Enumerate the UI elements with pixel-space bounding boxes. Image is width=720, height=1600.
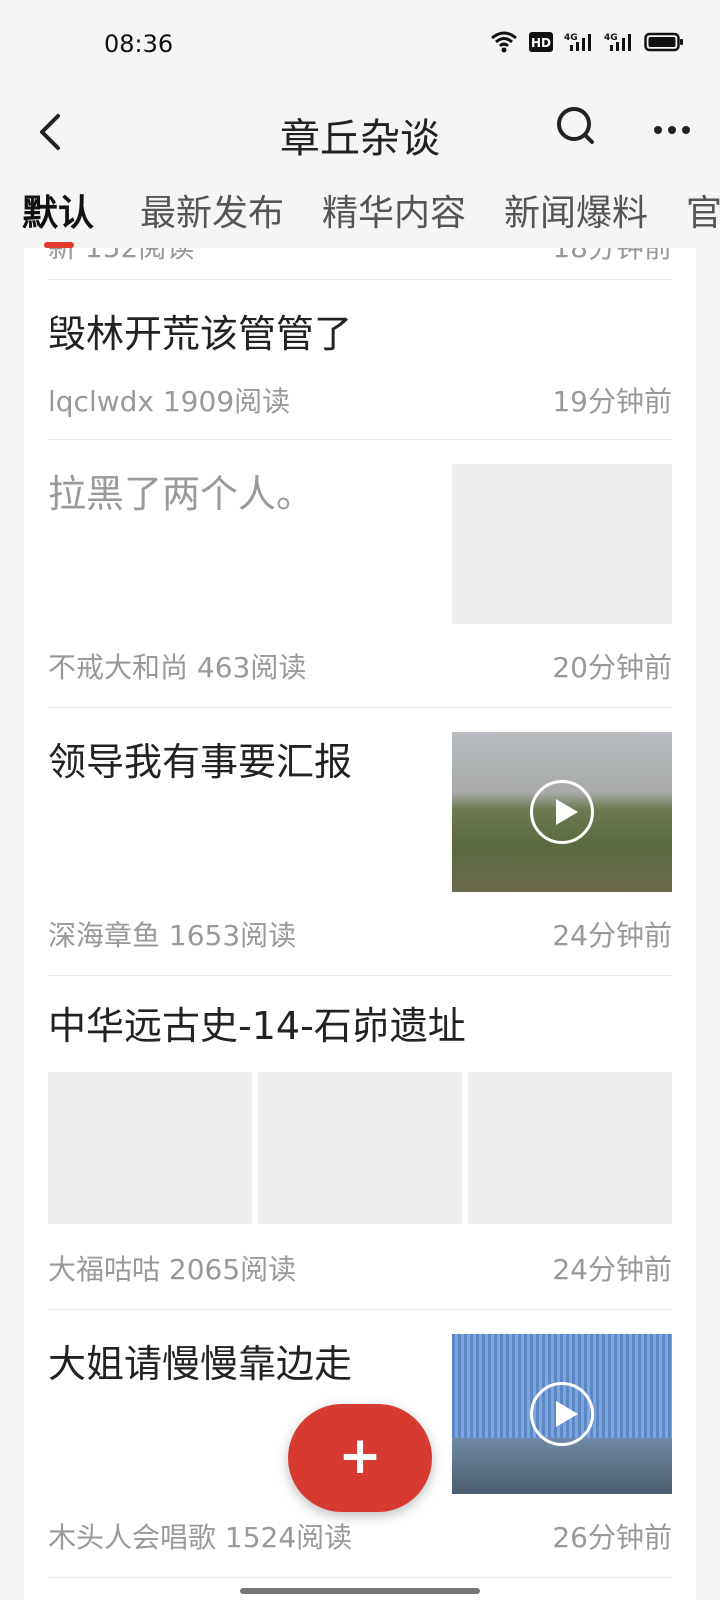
list-item[interactable]: 新 152阅读 18分钟前: [48, 248, 672, 280]
search-icon[interactable]: [552, 102, 600, 150]
post-time: 19分钟前: [552, 385, 672, 418]
signal-4g-icon: 4G: [564, 33, 591, 51]
wifi-icon: [491, 31, 517, 53]
post-feed[interactable]: 新 152阅读 18分钟前 毁林开荒该管管了 lqclwdx 1909阅读 19…: [24, 248, 696, 1600]
status-bar: 08:36 HD 4G 4G: [0, 0, 720, 88]
post-time: 24分钟前: [552, 919, 672, 952]
tab-default[interactable]: 默认: [22, 184, 94, 236]
divider: [48, 1577, 672, 1578]
post-image[interactable]: [48, 1072, 252, 1224]
title-bar: 章丘杂谈: [0, 88, 720, 184]
svg-text:4G: 4G: [564, 33, 578, 43]
post-title[interactable]: 大姐请慢慢靠边走: [48, 1340, 352, 1388]
post-image[interactable]: [468, 1072, 672, 1224]
post-title[interactable]: 毁林开荒该管管了: [48, 310, 352, 358]
tab-bar: 默认 最新发布 精华内容 新闻爆料 官: [0, 184, 720, 248]
post-author-reads: 大福咕咕 2065阅读: [48, 1253, 297, 1286]
post-time: 20分钟前: [552, 651, 672, 684]
list-item[interactable]: 拉黑了两个人。 不戒大和尚 463阅读 20分钟前: [48, 440, 672, 708]
post-title[interactable]: 拉黑了两个人。: [48, 470, 314, 518]
video-thumbnail[interactable]: [452, 732, 672, 892]
post-author-reads: 不戒大和尚 463阅读: [48, 651, 307, 684]
signal-4g-icon: 4G: [604, 33, 631, 51]
home-indicator[interactable]: [240, 1588, 480, 1594]
tab-news-tips[interactable]: 新闻爆料: [504, 184, 648, 236]
video-thumbnail[interactable]: [452, 1334, 672, 1494]
post-time: 24分钟前: [552, 1253, 672, 1286]
svg-text:4G: 4G: [604, 33, 618, 43]
post-title[interactable]: 领导我有事要汇报: [48, 738, 352, 786]
post-title[interactable]: 中华远古史-14-石峁遗址: [48, 1002, 466, 1050]
page-title: 章丘杂谈: [280, 116, 440, 162]
tab-featured[interactable]: 精华内容: [322, 184, 466, 236]
new-post-button[interactable]: +: [288, 1404, 432, 1512]
more-icon[interactable]: [648, 110, 696, 150]
post-author-reads: 深海章鱼 1653阅读: [48, 919, 297, 952]
post-image[interactable]: [258, 1072, 462, 1224]
plus-icon: +: [338, 1426, 382, 1486]
post-time: 26分钟前: [552, 1521, 672, 1554]
image-grid: [48, 1072, 672, 1224]
hd-icon: HD: [529, 32, 553, 52]
battery-icon: [644, 32, 683, 52]
post-author-reads: 新 152阅读: [48, 248, 194, 266]
thumbnail-ground: [452, 1438, 672, 1494]
list-item[interactable]: 领导我有事要汇报 深海章鱼 1653阅读 24分钟前: [48, 708, 672, 976]
post-time: 18分钟前: [552, 248, 672, 266]
list-item[interactable]: 中华远古史-14-石峁遗址 大福咕咕 2065阅读 24分钟前: [48, 976, 672, 1310]
play-icon[interactable]: [530, 1382, 594, 1446]
post-author-reads: lqclwdx 1909阅读: [48, 385, 291, 418]
post-thumbnail[interactable]: [452, 464, 672, 624]
status-time: 08:36: [104, 30, 174, 58]
svg-text:HD: HD: [531, 36, 551, 50]
list-item[interactable]: 毁林开荒该管管了 lqclwdx 1909阅读 19分钟前: [48, 280, 672, 440]
tab-latest[interactable]: 最新发布: [140, 184, 284, 236]
tab-official[interactable]: 官: [686, 184, 720, 236]
status-icons: HD 4G 4G: [490, 30, 684, 54]
play-icon[interactable]: [530, 780, 594, 844]
post-author-reads: 木头人会唱歌 1524阅读: [48, 1521, 353, 1554]
